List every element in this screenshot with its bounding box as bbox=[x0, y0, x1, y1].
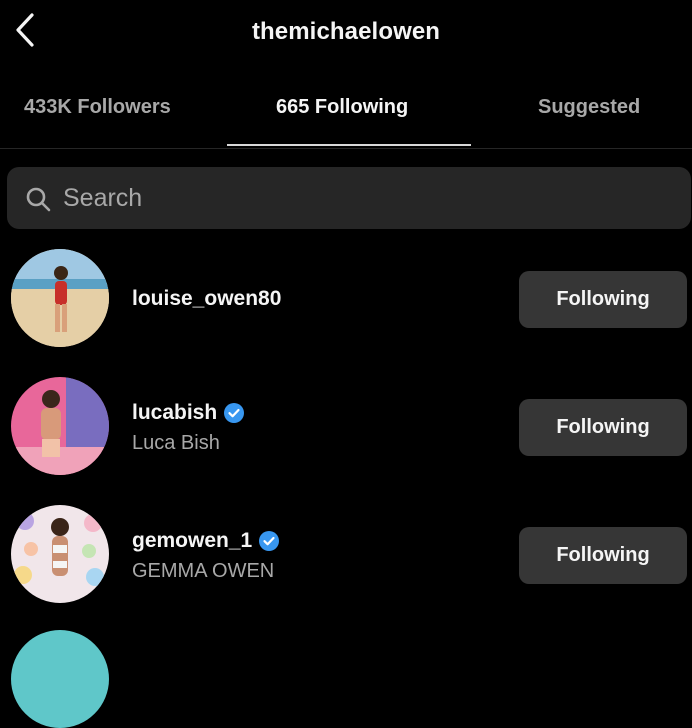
list-item[interactable]: gemowen_1 GEMMA OWEN Following bbox=[0, 501, 692, 611]
list-item[interactable]: louise_owen80 Following bbox=[0, 245, 692, 355]
verified-badge-icon bbox=[259, 531, 280, 551]
verified-badge-icon bbox=[224, 403, 245, 423]
username[interactable]: lucabish bbox=[132, 401, 245, 425]
username[interactable]: gemowen_1 bbox=[132, 529, 280, 553]
tab-bar: 433K Followers 665 Following Suggested bbox=[0, 78, 692, 149]
tab-suggested[interactable]: Suggested bbox=[538, 96, 640, 119]
following-button[interactable]: Following bbox=[519, 399, 687, 456]
list-item[interactable]: lucabish Luca Bish Following bbox=[0, 373, 692, 483]
full-name: Luca Bish bbox=[132, 432, 220, 454]
top-bar: themichaelowen bbox=[0, 0, 692, 70]
search-bar[interactable] bbox=[7, 167, 691, 229]
search-icon bbox=[26, 187, 51, 212]
following-button[interactable]: Following bbox=[519, 527, 687, 584]
full-name: GEMMA OWEN bbox=[132, 560, 275, 582]
search-input[interactable] bbox=[63, 177, 663, 219]
avatar[interactable] bbox=[11, 377, 109, 475]
username[interactable]: louise_owen80 bbox=[132, 287, 281, 311]
following-button[interactable]: Following bbox=[519, 271, 687, 328]
avatar[interactable] bbox=[11, 505, 109, 603]
active-tab-indicator bbox=[227, 144, 471, 146]
tab-following[interactable]: 665 Following bbox=[276, 96, 408, 119]
avatar[interactable] bbox=[11, 630, 109, 728]
tab-followers[interactable]: 433K Followers bbox=[24, 96, 171, 119]
page-title: themichaelowen bbox=[251, 18, 441, 45]
avatar[interactable] bbox=[11, 249, 109, 347]
